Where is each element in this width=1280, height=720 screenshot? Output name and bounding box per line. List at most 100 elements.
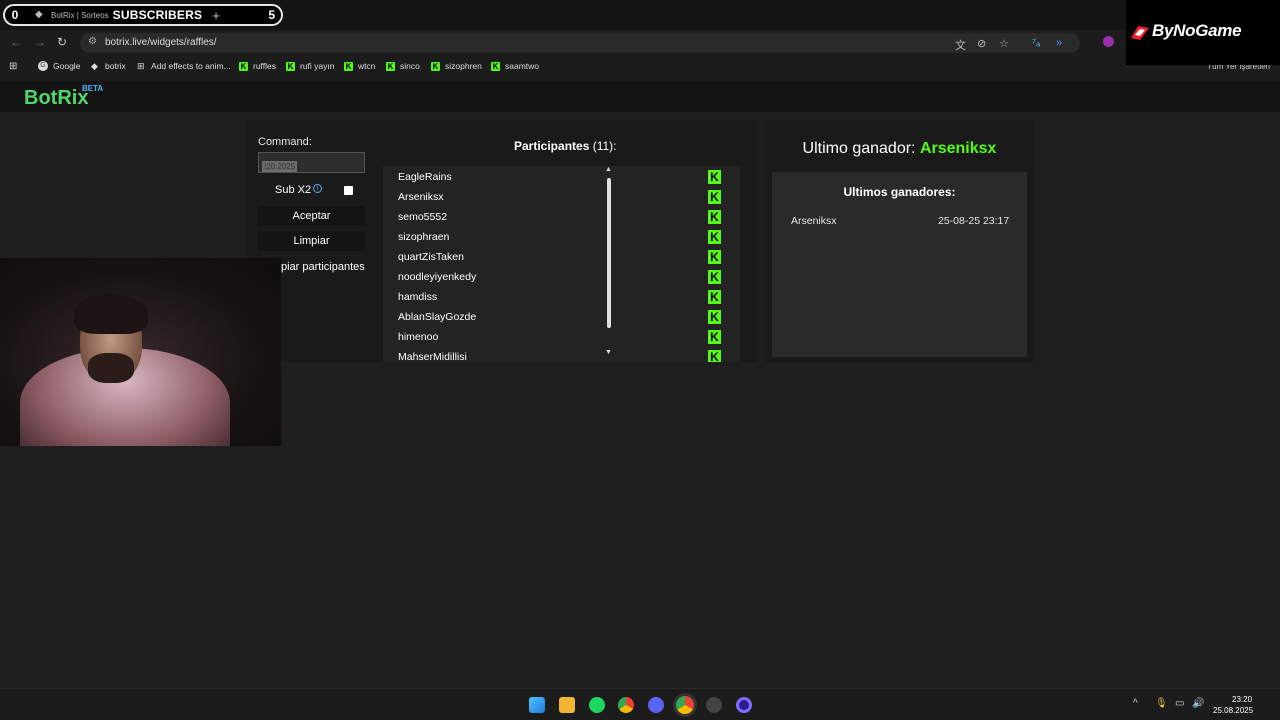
bookmark-add-effects[interactable]: ⊞ Add effects to anim... [137,61,231,71]
info-icon[interactable]: i [313,184,322,193]
participants-list[interactable]: EagleRains K Arseniksx K semo5552 K sizo… [383,166,740,362]
address-bar[interactable]: ⚙ botrix.live/widgets/raffles/ 文 ⊘ ☆ ⁷ₐ … [80,33,1080,53]
spotify-icon[interactable] [589,697,605,713]
command-input[interactable]: !20.2025 [258,152,365,173]
participant-row: MahserMidillisi K [383,347,728,362]
bookmark-sizophren[interactable]: Ksizophren [431,61,482,71]
site-info-icon[interactable]: ⚙ [88,36,97,47]
participant-name: quartZisTaken [398,251,464,263]
botrix-logo[interactable]: BotRix [24,87,88,110]
windows-start-icon[interactable] [529,697,545,713]
sub-x2-checkbox[interactable] [344,186,353,195]
last-winner-prefix: Ultimo ganador: [802,140,916,157]
eye-off-icon[interactable]: ⊘ [977,37,986,50]
reload-button[interactable]: ↻ [57,35,67,49]
subscribers-overlay: 0 ◆ BotRix | Sorteos SUBSCRIBERS + 5 [3,4,283,26]
clear-button[interactable]: Limpiar [258,231,365,251]
kick-icon: K [708,310,721,324]
kick-icon: K [491,61,500,71]
subscribers-right-count: 5 [268,8,275,22]
kick-icon: K [708,230,721,244]
browser-toolbar: ← → ↻ ⚙ botrix.live/widgets/raffles/ 文 ⊘… [0,30,1126,55]
kick-icon: K [708,170,721,184]
tab-title[interactable]: BotRix | Sorteos [51,11,109,20]
bookmark-rufi-yayin[interactable]: Krufi yayın [286,61,335,71]
bookmark-star-icon[interactable]: ☆ [999,37,1009,50]
command-label: Command: [258,136,312,148]
participant-name: himenoo [398,331,439,343]
back-button[interactable]: ← [10,35,22,49]
bookmark-google[interactable]: G Google [38,61,80,71]
new-tab-button[interactable]: + [212,8,220,23]
participants-scrollbar[interactable]: ▲ ▼ [604,166,615,362]
browser-tab-strip: 0 ◆ BotRix | Sorteos SUBSCRIBERS + 5 [0,0,1280,30]
volume-icon[interactable]: 🔊 [1192,698,1204,709]
bookmark-saamtwo[interactable]: Ksaamtwo [491,61,539,71]
last-winner-title: Ultimo ganador: Arseniksx [766,140,1033,158]
plus-square-icon: ⊞ [137,60,145,71]
scroll-down-icon[interactable]: ▼ [605,349,612,356]
clear-participants-button[interactable]: piar participantes [281,261,365,273]
microphone-icon[interactable]: 🎙 [1155,698,1168,709]
bynogame-logo-overlay: ByNoGame [1126,0,1280,65]
profile-avatar[interactable] [1103,36,1114,47]
translate-icon[interactable]: 文 [955,37,966,53]
forward-button[interactable]: → [34,35,46,49]
kick-icon: K [239,61,248,71]
clock-time[interactable]: 23:20 [1232,695,1252,704]
clock-date[interactable]: 25.08.2025 [1213,706,1253,715]
kick-icon: K [708,290,721,304]
kick-icon: K [708,350,721,362]
participant-name: Arseniksx [398,191,444,203]
history-winner-name: Arseniksx [791,215,837,227]
apps-grid-icon[interactable]: ⊞ [9,61,17,72]
sub-x2-label: Sub X2 [275,184,312,196]
participant-name: semo5552 [398,211,448,223]
history-winner-time: 25-08-25 23:17 [938,215,1010,227]
bookmark-wtcn[interactable]: Kwtcn [344,61,375,71]
kick-icon: K [708,190,721,204]
obs-icon[interactable] [706,697,722,713]
participant-name: noodleyiyenkedy [398,271,477,283]
bookmark-ruffles[interactable]: Kruffles [239,61,276,71]
audio-extension-icon[interactable]: » [1056,37,1062,49]
chrome-active-icon[interactable] [676,696,694,714]
bookmarks-bar: ⊞ G Google ◆ botrix ⊞ Add effects to anim..… [0,55,1280,81]
participant-row: semo5552 K [383,207,728,227]
subscribers-left-count: 0 [11,8,19,22]
url-text[interactable]: botrix.live/widgets/raffles/ [105,37,217,48]
participant-row: EagleRains K [383,167,728,187]
raffle-panel: Command: !20.2025 Sub X2 i Aceptar Limpi… [247,120,757,362]
participants-count: (11): [592,139,617,153]
kick-icon: K [386,61,395,71]
app-icon[interactable] [736,697,752,713]
bookmark-botrix[interactable]: ◆ botrix [91,61,126,71]
winners-history: Ultimos ganadores: Arseniksx 25-08-25 23… [772,172,1027,357]
participant-row: hamdiss K [383,287,728,307]
tray-expand-icon[interactable]: ^ [1133,698,1138,709]
winners-history-title: Ultimos ganadores: [843,185,956,199]
webcam-person-hair [74,294,148,334]
bookmark-sinco[interactable]: Ksinco [386,61,420,71]
botrix-header: BotRix BETA [0,81,1280,112]
scroll-up-icon[interactable]: ▲ [605,166,612,173]
participant-row: himenoo K [383,327,728,347]
scrollbar-thumb[interactable] [607,178,611,328]
extension-icon[interactable]: ⁷ₐ [1032,37,1040,49]
network-icon[interactable]: ▭ [1175,698,1184,709]
webcam-person-beard [88,353,134,383]
command-value: !20.2025 [262,161,298,172]
file-explorer-icon[interactable] [559,697,575,713]
participant-row: AblanSlayGozde K [383,307,728,327]
participant-name: MahserMidillisi [398,351,467,362]
chrome-icon[interactable] [618,697,634,713]
participants-title: Participantes [514,139,590,153]
bynogame-logo-icon [1131,26,1149,40]
diamond-icon: ◆ [91,60,98,71]
kick-icon: K [708,210,721,224]
participant-name: hamdiss [398,291,438,303]
kick-icon: K [708,250,721,264]
discord-icon[interactable] [648,697,664,713]
accept-button[interactable]: Aceptar [258,206,365,226]
kick-icon: K [708,270,721,284]
